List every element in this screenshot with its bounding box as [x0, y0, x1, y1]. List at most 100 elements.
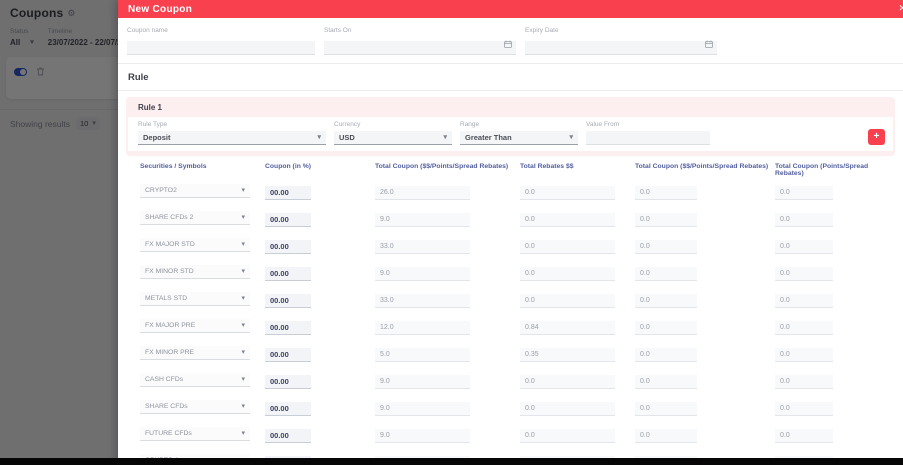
chevron-down-icon: ▾ [241, 429, 245, 437]
total-coupon-2-input[interactable] [635, 375, 697, 389]
total-rebates-input[interactable] [520, 321, 615, 335]
coupon-percent-input[interactable] [265, 266, 311, 281]
security-select[interactable]: CRYPTO2 ▾ [140, 183, 250, 198]
rule-1-panel: Rule 1 Rule Type Deposit ▾ Currency USD … [126, 97, 895, 156]
total-rebates-input[interactable] [520, 267, 615, 281]
security-value: SHARE CFDs [145, 402, 188, 410]
security-value: FUTURE CFDs [145, 429, 192, 437]
calendar-icon[interactable] [705, 40, 713, 48]
rule-type-select[interactable]: Deposit ▾ [138, 131, 326, 145]
security-value: FX MAJOR STD [145, 240, 195, 248]
security-value: CASH CFDs [145, 375, 184, 383]
table-row: SHARE CFDs ▾ [118, 393, 903, 420]
total-coupon-input[interactable] [375, 402, 470, 416]
security-value: SHARE CFDs 2 [145, 213, 194, 221]
total-coupon-2-input[interactable] [635, 240, 697, 254]
total-coupon-input[interactable] [375, 186, 470, 200]
col-header-total-coupon-3: Total Coupon (Points/Spread Rebates) [775, 163, 869, 177]
total-coupon-3-input[interactable] [775, 186, 833, 200]
chevron-down-icon: ▾ [241, 348, 245, 356]
currency-select[interactable]: USD ▾ [334, 131, 452, 145]
total-rebates-input[interactable] [520, 186, 615, 200]
security-select[interactable]: METALS STD ▾ [140, 291, 250, 306]
coupon-name-input[interactable] [127, 41, 315, 55]
table-row: FUTURE CFDs ▾ [118, 420, 903, 447]
range-select[interactable]: Greater Than ▾ [460, 131, 578, 145]
close-icon[interactable]: ✕ [898, 3, 903, 14]
total-rebates-input[interactable] [520, 213, 615, 227]
chevron-down-icon: ▾ [241, 294, 245, 302]
total-coupon-2-input[interactable] [635, 213, 697, 227]
chevron-down-icon: ▾ [241, 267, 245, 275]
col-header-total-coupon-2: Total Coupon ($$/Points/Spread Rebates) [635, 163, 769, 170]
total-coupon-3-input[interactable] [775, 402, 833, 416]
total-coupon-2-input[interactable] [635, 321, 697, 335]
chevron-down-icon: ▾ [241, 375, 245, 383]
total-coupon-3-input[interactable] [775, 429, 833, 443]
total-coupon-input[interactable] [375, 240, 470, 254]
table-row: SHARE CFDs 2 ▾ [118, 204, 903, 231]
starts-on-input[interactable] [324, 41, 516, 55]
total-coupon-input[interactable] [375, 429, 470, 443]
total-coupon-3-input[interactable] [775, 213, 833, 227]
total-coupon-2-input[interactable] [635, 294, 697, 308]
total-rebates-input[interactable] [520, 375, 615, 389]
rule-type-label: Rule Type [138, 121, 168, 128]
security-value: FX MINOR PRE [145, 348, 195, 356]
total-coupon-3-input[interactable] [775, 240, 833, 254]
coupon-percent-input[interactable] [265, 374, 311, 389]
total-coupon-3-input[interactable] [775, 348, 833, 362]
coupon-percent-input[interactable] [265, 428, 311, 443]
total-coupon-2-input[interactable] [635, 267, 697, 281]
security-select[interactable]: FX MAJOR PRE ▾ [140, 318, 250, 333]
value-from-input[interactable] [586, 131, 710, 145]
security-select[interactable]: SHARE CFDs 2 ▾ [140, 210, 250, 225]
security-select[interactable]: SHARE CFDs ▾ [140, 399, 250, 414]
chevron-down-icon: ▾ [241, 321, 245, 329]
security-value: METALS STD [145, 294, 188, 302]
security-select[interactable]: FX MAJOR STD ▾ [140, 237, 250, 252]
total-coupon-2-input[interactable] [635, 348, 697, 362]
total-coupon-3-input[interactable] [775, 321, 833, 335]
total-coupon-2-input[interactable] [635, 186, 697, 200]
bottom-bar [0, 458, 903, 465]
add-rule-button[interactable]: + [868, 129, 885, 145]
total-rebates-input[interactable] [520, 402, 615, 416]
total-coupon-input[interactable] [375, 375, 470, 389]
expiry-date-label: Expiry Date [525, 27, 559, 34]
coupon-percent-input[interactable] [265, 239, 311, 254]
table-header-row: Securities / Symbols Coupon (in %) Total… [118, 163, 903, 177]
total-coupon-input[interactable] [375, 213, 470, 227]
security-select[interactable]: CASH CFDs ▾ [140, 372, 250, 387]
total-coupon-input[interactable] [375, 294, 470, 308]
total-coupon-3-input[interactable] [775, 375, 833, 389]
total-coupon-input[interactable] [375, 267, 470, 281]
range-label: Range [460, 121, 480, 128]
total-coupon-input[interactable] [375, 321, 470, 335]
total-rebates-input[interactable] [520, 240, 615, 254]
table-row: FX MAJOR STD ▾ [118, 231, 903, 258]
total-rebates-input[interactable] [520, 348, 615, 362]
col-header-total-coupon: Total Coupon ($$/Points/Spread Rebates) [375, 163, 509, 170]
total-rebates-input[interactable] [520, 294, 615, 308]
calendar-icon[interactable] [504, 40, 512, 48]
security-select[interactable]: FUTURE CFDs ▾ [140, 426, 250, 441]
coupon-percent-input[interactable] [265, 293, 311, 308]
security-select[interactable]: FX MINOR PRE ▾ [140, 345, 250, 360]
total-coupon-2-input[interactable] [635, 429, 697, 443]
coupon-percent-input[interactable] [265, 212, 311, 227]
total-coupon-2-input[interactable] [635, 402, 697, 416]
col-header-coupon: Coupon (in %) [265, 163, 312, 170]
total-coupon-3-input[interactable] [775, 267, 833, 281]
chevron-down-icon: ▾ [241, 213, 245, 221]
coupon-percent-input[interactable] [265, 185, 311, 200]
col-header-total-rebates: Total Rebates $$ [520, 163, 574, 170]
total-rebates-input[interactable] [520, 429, 615, 443]
coupon-percent-input[interactable] [265, 347, 311, 362]
expiry-date-input[interactable] [525, 41, 717, 55]
coupon-percent-input[interactable] [265, 320, 311, 335]
total-coupon-input[interactable] [375, 348, 470, 362]
security-select[interactable]: FX MINOR STD ▾ [140, 264, 250, 279]
coupon-percent-input[interactable] [265, 401, 311, 416]
total-coupon-3-input[interactable] [775, 294, 833, 308]
